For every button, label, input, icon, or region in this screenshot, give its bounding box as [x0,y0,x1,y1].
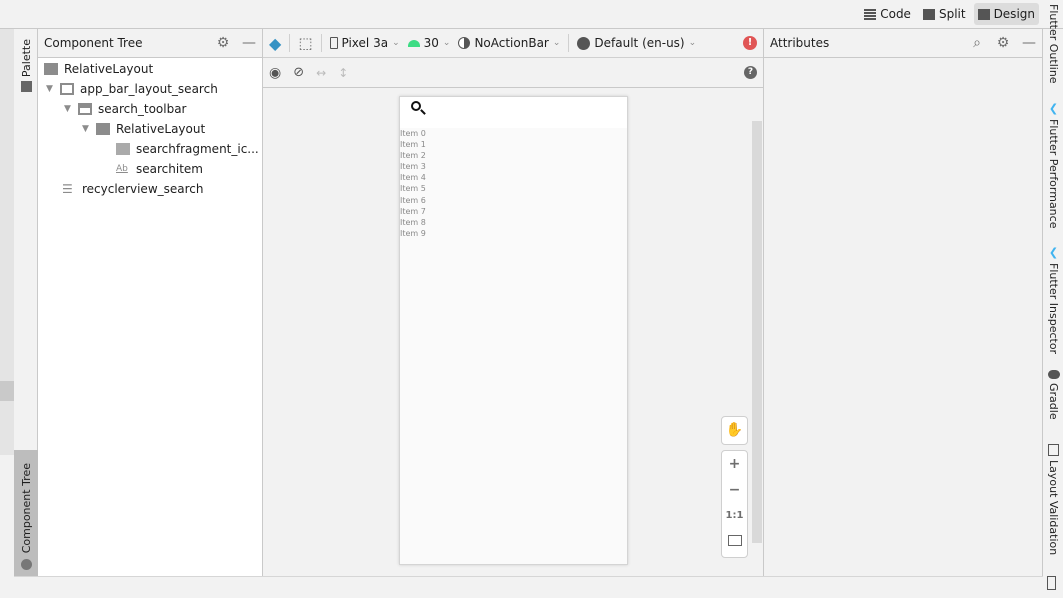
vertical-arrows-icon[interactable]: ↕ [338,66,348,80]
eye-icon[interactable]: ◉ [269,65,281,81]
list-icon: ☰ [62,182,73,196]
layout-validation-tab[interactable]: Layout Validation [1047,444,1060,555]
list-item: Item 3 [400,162,426,172]
code-mode-button[interactable]: Code [860,3,915,25]
list-item: Item 5 [400,184,426,194]
hand-icon: ✋ [725,422,744,438]
split-mode-button[interactable]: Split [919,3,970,25]
right-tool-strip: Flutter Outline ❮ Flutter Performance ❮ Fl… [1043,0,1063,598]
expand-triangle-icon[interactable]: ▼ [64,104,78,114]
scroll-thumb[interactable] [0,381,14,401]
devices-icon [1048,444,1059,456]
help-icon[interactable]: ? [744,66,757,79]
list-item: Item 9 [400,228,426,238]
android-icon [407,39,420,47]
magnet-icon[interactable]: ⊘ [293,65,304,80]
component-tree-tab[interactable]: Component Tree [14,450,38,576]
orientation-icon[interactable]: ⬚ [298,34,312,52]
minimize-icon[interactable]: — [1022,36,1036,50]
theme-icon [458,37,471,49]
tree-node[interactable]: RelativeLayout [44,59,153,79]
gear-icon[interactable]: ⚙ [996,36,1010,50]
gradle-tab[interactable]: Gradle [1047,370,1060,420]
palette-tab[interactable]: Palette [20,39,33,93]
toolbar-icon [78,103,92,115]
image-icon [977,8,990,20]
theme-dropdown[interactable]: NoActionBar ⌄ [458,36,560,50]
zoom-in-button[interactable]: + [729,451,741,477]
split-icon [922,8,935,20]
tree-node[interactable]: ▼ RelativeLayout [82,119,205,139]
tree-node[interactable]: Ab searchitem [116,159,203,179]
list-item: Item 4 [400,173,426,183]
list-item: Item 6 [400,195,426,205]
api-dropdown[interactable]: 30 ⌄ [407,36,450,50]
elephant-icon [1047,370,1060,379]
design-surface: ◆ ⬚ Pixel 3a ⌄ 30 ⌄ NoActionBar ⌄ Default (… [263,29,764,576]
list-item: Item 1 [400,140,426,150]
expand-triangle-icon[interactable]: ▼ [46,84,60,94]
flutter-inspector-tab[interactable]: ❮ Flutter Inspector [1047,246,1060,354]
tree-node[interactable]: ☰ recyclerview_search [62,179,204,199]
search-toolbar-preview [400,97,627,128]
palette-icon [21,81,32,93]
list-item: Item 2 [400,151,426,161]
flutter-performance-tab[interactable]: ❮ Flutter Performance [1047,102,1060,228]
error-icon[interactable]: ! [743,36,757,50]
image-view-icon [116,143,130,155]
code-lines-icon [864,8,877,20]
zoom-fit-button[interactable] [727,529,742,555]
panel-title: Attributes [770,36,830,50]
tree-node[interactable]: ▼ app_bar_layout_search [46,79,218,99]
globe-icon [577,36,591,50]
attributes-panel: Attributes ⌕ ⚙ — [764,29,1043,576]
locale-dropdown[interactable]: Default (en-us) ⌄ [577,36,696,50]
design-mode-button[interactable]: Design [973,3,1039,25]
expand-triangle-icon[interactable]: ▼ [82,124,96,134]
device-tab[interactable] [1047,576,1056,590]
device-preview[interactable]: Item 0 Item 1 Item 2 Item 3 Item 4 Item 5 Item… [399,96,628,565]
list-item: Item 0 [400,129,426,138]
relative-layout-icon [44,63,58,75]
phone-icon [329,37,338,49]
top-bar: Code Split Design [0,0,1063,29]
zoom-actual-button[interactable]: 1:1 [726,503,744,529]
panel-title: Component Tree [44,36,143,50]
tree-node[interactable]: searchfragment_ic... [116,139,259,159]
device-dropdown[interactable]: Pixel 3a ⌄ [329,36,400,50]
zoom-out-button[interactable]: − [729,477,741,503]
app-bar-icon [60,83,74,95]
phone-icon [1047,576,1056,590]
fit-screen-icon [727,535,742,546]
left-tool-strip: Palette Component Tree [14,29,38,576]
horizontal-arrows-icon[interactable]: ↔ [316,66,326,80]
list-item: Item 8 [400,217,426,227]
tree-node[interactable]: ▼ search_toolbar [64,99,187,119]
layers-icon[interactable]: ◆ [269,34,281,53]
pan-button[interactable]: ✋ [721,416,748,445]
recyclerview-preview: Item 0 Item 1 Item 2 Item 3 Item 4 Item 5 Item… [400,128,627,239]
list-item: Item 7 [400,206,426,216]
component-tree-panel: Component Tree ⚙ — RelativeLayout ▼ app_b… [38,29,263,576]
flutter-icon: ❮ [1048,102,1059,115]
flutter-icon: ❮ [1048,246,1059,259]
canvas-scrollbar[interactable] [752,121,762,543]
gear-icon[interactable]: ⚙ [216,36,230,50]
globe-icon [20,559,32,570]
minimize-icon[interactable]: — [242,36,256,50]
text-view-icon: Ab [116,164,128,174]
flutter-outline-tab[interactable]: Flutter Outline [1047,4,1060,84]
relative-layout-icon [96,123,110,135]
status-bar [14,576,1043,598]
search-icon[interactable]: ⌕ [970,36,984,50]
left-scrollbar[interactable] [0,29,14,455]
